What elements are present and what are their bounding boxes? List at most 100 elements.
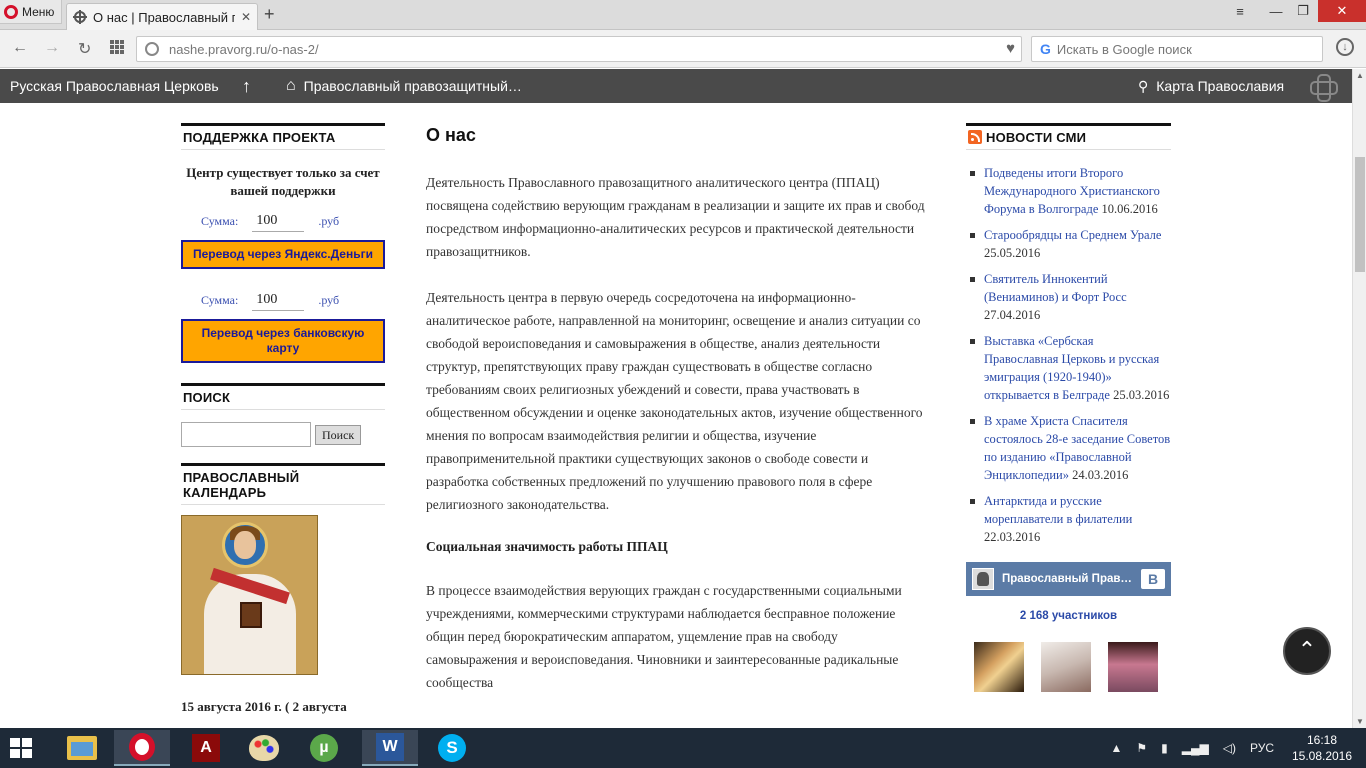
news-date: 10.06.2016 xyxy=(1101,202,1158,216)
taskbar-opera[interactable] xyxy=(114,730,170,766)
news-date: 25.05.2016 xyxy=(984,246,1041,260)
nav-link-church[interactable]: Русская Православная Церковь xyxy=(10,69,219,103)
support-text: Центр существует только за счет вашей по… xyxy=(186,165,380,198)
tray-expand-icon[interactable]: ▲ xyxy=(1111,741,1123,755)
taskbar-skype[interactable]: S xyxy=(424,730,480,766)
window-minimize-button[interactable]: — xyxy=(1262,0,1290,22)
taskbar-utorrent[interactable]: µ xyxy=(296,730,352,766)
site-search-input[interactable] xyxy=(181,422,311,447)
tab-close-icon[interactable]: ✕ xyxy=(241,10,251,24)
amount-input-card[interactable] xyxy=(252,289,305,311)
clock-date: 15.08.2016 xyxy=(1291,749,1353,763)
nav-link-map-label: Карта Православия xyxy=(1156,78,1285,94)
nav-link-map[interactable]: ⚲ Карта Православия xyxy=(1138,69,1284,103)
system-tray: ▲ ⚑ ▮ ▂▄▆ ◁) РУС xyxy=(1111,728,1275,768)
vk-group-avatar xyxy=(972,568,994,590)
saint-icon-image[interactable] xyxy=(181,515,318,675)
yandex-money-button[interactable]: Перевод через Яндекс.Деньги xyxy=(181,240,385,269)
search-row: Поиск xyxy=(181,422,385,447)
amount-label: Сумма: xyxy=(201,292,239,307)
taskbar-acrobat[interactable]: A xyxy=(178,730,234,766)
bookmark-heart-icon[interactable]: ♥ xyxy=(1006,40,1015,57)
speed-dial-grid-icon[interactable] xyxy=(110,40,124,54)
taskbar-paint[interactable] xyxy=(236,730,292,766)
network-signal-icon[interactable]: ▂▄▆ xyxy=(1182,741,1209,755)
amount-input-yandex[interactable] xyxy=(252,210,305,232)
news-link[interactable]: Антарктида и русские мореплаватели в фил… xyxy=(984,494,1132,526)
site-header-bar: Русская Православная Церковь ↑ ⌂ Правосл… xyxy=(0,69,1352,103)
bank-card-button[interactable]: Перевод через банковскую карту xyxy=(181,319,385,363)
vk-members-count[interactable]: 2 168 участников xyxy=(966,610,1171,622)
opera-menu-button[interactable]: Меню xyxy=(0,0,62,24)
url-text: nashe.pravorg.ru/o-nas-2/ xyxy=(169,41,319,57)
vk-group-name: Православный Прав… xyxy=(1002,573,1132,585)
vk-member-photos xyxy=(966,642,1171,692)
nav-link-church-label: Русская Православная Церковь xyxy=(10,78,219,94)
amount-label: Сумма: xyxy=(201,213,239,228)
scroll-thumb[interactable] xyxy=(1355,157,1365,272)
site-search-button[interactable]: Поиск xyxy=(315,425,362,445)
up-arrow-icon[interactable]: ↑ xyxy=(242,69,251,103)
paragraph-2: Деятельность центра в первую очередь сос… xyxy=(426,290,923,512)
news-list: Подведены итоги Второго Международного Х… xyxy=(966,164,1171,546)
support-widget-title: ПОДДЕРЖКА ПРОЕКТА xyxy=(181,123,385,150)
taskbar-explorer[interactable] xyxy=(54,730,110,766)
reload-icon[interactable]: ↻ xyxy=(78,39,91,59)
flag-icon[interactable]: ⚑ xyxy=(1136,741,1147,755)
battery-icon[interactable]: ▮ xyxy=(1161,741,1168,755)
nav-link-center[interactable]: ⌂ Православный правозащитный… xyxy=(286,69,522,103)
site-info-icon[interactable] xyxy=(145,42,159,56)
news-link[interactable]: Святитель Иннокентий (Вениаминов) и Форт… xyxy=(984,272,1127,304)
menu-label: Меню xyxy=(22,4,55,19)
calendar-date: 15 августа 2016 г. ( 2 августа xyxy=(181,699,347,714)
page-scrollbar[interactable]: ▲ ▼ xyxy=(1352,69,1366,729)
browser-tab-active[interactable]: О нас | Православный пр… ✕ xyxy=(66,3,258,30)
window-close-button[interactable]: ✕ xyxy=(1318,0,1366,22)
volume-icon[interactable]: ◁) xyxy=(1223,741,1236,755)
opera-logo-icon xyxy=(4,4,18,19)
member-avatar[interactable] xyxy=(1041,642,1091,692)
list-item: Выставка «Сербская Православная Церковь … xyxy=(966,332,1171,404)
list-item: Антарктида и русские мореплаватели в фил… xyxy=(966,492,1171,546)
news-link[interactable]: Старообрядцы на Среднем Урале xyxy=(984,228,1161,242)
url-field[interactable]: nashe.pravorg.ru/o-nas-2/ ♥ xyxy=(136,36,1022,62)
browser-search-field[interactable]: G Искать в Google поиск xyxy=(1031,36,1323,62)
amount-row-yandex: Сумма: .руб xyxy=(201,210,385,232)
map-pin-icon: ⚲ xyxy=(1138,77,1149,94)
news-date: 25.03.2016 xyxy=(1113,388,1170,402)
windows-taskbar: A µ W S ▲ ⚑ ▮ ▂▄▆ ◁) РУС 16:18 15.08.201… xyxy=(0,728,1366,768)
left-sidebar: ПОДДЕРЖКА ПРОЕКТА Центр существует тольк… xyxy=(181,123,385,715)
scroll-up-icon[interactable]: ▲ xyxy=(1353,69,1366,83)
scroll-down-icon[interactable]: ▼ xyxy=(1353,715,1366,729)
rss-icon[interactable] xyxy=(968,130,982,144)
back-arrow-icon[interactable]: ← xyxy=(12,39,28,57)
list-item: Подведены итоги Второго Международного Х… xyxy=(966,164,1171,218)
vk-widget-header[interactable]: Православный Прав… B xyxy=(966,562,1171,596)
new-tab-button[interactable]: + xyxy=(264,4,275,25)
member-avatar[interactable] xyxy=(974,642,1024,692)
forward-arrow-icon[interactable]: → xyxy=(44,39,60,57)
main-content: О нас Деятельность Православного правоза… xyxy=(426,123,926,717)
taskbar-word[interactable]: W xyxy=(362,730,418,766)
clock-time: 16:18 xyxy=(1306,733,1338,747)
page-content: ПОДДЕРЖКА ПРОЕКТА Центр существует тольк… xyxy=(0,103,1352,728)
list-item: В храме Христа Спасителя состоялось 28-е… xyxy=(966,412,1171,484)
downloads-icon[interactable]: ↓ xyxy=(1336,38,1354,56)
site-favicon-icon xyxy=(73,10,87,24)
input-language[interactable]: РУС xyxy=(1250,741,1274,755)
taskbar-clock[interactable]: 16:18 15.08.2016 xyxy=(1290,732,1354,764)
list-item: Старообрядцы на Среднем Урале 25.05.2016 xyxy=(966,226,1171,262)
scroll-to-top-button[interactable]: ⌃ xyxy=(1283,627,1331,675)
member-avatar[interactable] xyxy=(1108,642,1158,692)
section-heading: Социальная значимость работы ППАЦ xyxy=(426,539,668,554)
search-placeholder: Искать в Google поиск xyxy=(1056,41,1192,57)
browser-address-bar: ← → ↻ nashe.pravorg.ru/o-nas-2/ ♥ G Иска… xyxy=(0,30,1366,68)
cross-logo-icon[interactable] xyxy=(1310,69,1338,103)
tab-list-icon[interactable]: ≡ xyxy=(1228,0,1252,22)
windows-start-icon[interactable] xyxy=(10,738,32,758)
palette-icon xyxy=(249,735,279,761)
news-date: 27.04.2016 xyxy=(984,308,1041,322)
browser-tabbar: Меню О нас | Православный пр… ✕ + ≡ — ❐ … xyxy=(0,0,1366,30)
word-icon: W xyxy=(376,733,404,761)
window-maximize-button[interactable]: ❐ xyxy=(1290,0,1316,22)
